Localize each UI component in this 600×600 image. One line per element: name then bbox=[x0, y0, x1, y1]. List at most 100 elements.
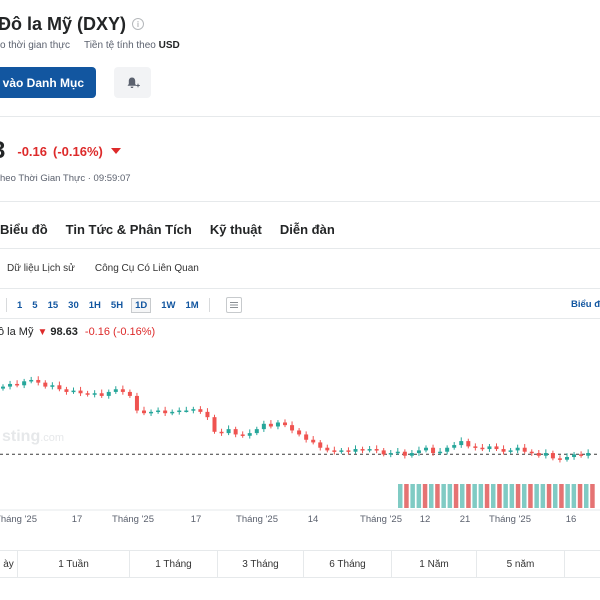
candle-body bbox=[381, 450, 386, 455]
volume-bar bbox=[584, 484, 589, 508]
candle-body bbox=[205, 411, 210, 418]
tab-technical[interactable]: Kỹ thuật bbox=[210, 222, 262, 237]
range-1-year[interactable]: 1 Năm bbox=[392, 551, 477, 577]
info-icon[interactable]: i bbox=[132, 18, 145, 30]
add-to-portfolio-button[interactable]: n vào Danh Mục bbox=[0, 67, 96, 98]
candle-body bbox=[529, 451, 534, 454]
legend-name: ô la Mỹ bbox=[0, 326, 34, 338]
sub-tabs: Dữ liệu Lịch sử Công Cụ Có Liên Quan bbox=[7, 263, 199, 274]
candle-body bbox=[283, 422, 287, 426]
realtime-meta: o thời gian thực bbox=[0, 40, 70, 51]
toolbar-separator bbox=[6, 298, 7, 312]
volume-bar bbox=[571, 484, 577, 508]
candle-body bbox=[494, 446, 499, 450]
candle-body bbox=[339, 450, 344, 452]
timeframe-30[interactable]: 30 bbox=[68, 300, 79, 311]
candle-body bbox=[99, 393, 104, 396]
candle-body bbox=[543, 453, 548, 456]
x-tick-label: 17 bbox=[191, 514, 202, 525]
range-3-months[interactable]: 3 Tháng bbox=[218, 551, 304, 577]
candle-body bbox=[43, 382, 48, 387]
last-price: 3 bbox=[0, 137, 5, 165]
x-tick-label: Tháng '25 bbox=[489, 514, 531, 525]
candle-body bbox=[424, 447, 428, 451]
candle-body bbox=[198, 409, 203, 412]
x-tick-label: 12 bbox=[420, 514, 431, 525]
candle-body bbox=[29, 379, 34, 382]
volume-bar bbox=[534, 484, 539, 508]
legend-change: -0.16 (-0.16%) bbox=[84, 326, 156, 338]
tab-news-analysis[interactable]: Tin Tức & Phân Tích bbox=[66, 222, 192, 237]
volume-bar bbox=[453, 484, 459, 508]
candle-body bbox=[565, 457, 569, 460]
candle-body bbox=[508, 450, 513, 452]
candle-body bbox=[184, 410, 189, 413]
candle-body bbox=[480, 447, 485, 450]
tab-chart[interactable]: Biểu đồ bbox=[0, 222, 48, 237]
candle-body bbox=[522, 447, 527, 452]
timeframe-5[interactable]: 5 bbox=[32, 300, 37, 311]
candle-body bbox=[254, 429, 259, 434]
range-6-months[interactable]: 6 Tháng bbox=[304, 551, 392, 577]
volume-bar bbox=[553, 484, 558, 508]
volume-bar bbox=[491, 484, 496, 508]
timeframe-1m[interactable]: 1M bbox=[185, 300, 198, 311]
candle-body bbox=[473, 446, 478, 448]
candle-body bbox=[219, 431, 224, 434]
timeframe-5h[interactable]: 5H bbox=[111, 300, 123, 311]
volume-bar bbox=[590, 484, 595, 508]
timeframe-1h[interactable]: 1H bbox=[89, 300, 101, 311]
candle-body bbox=[142, 410, 146, 414]
timeframe-15[interactable]: 15 bbox=[48, 300, 59, 311]
range-1-week[interactable]: 1 Tuần bbox=[18, 551, 130, 577]
candle-body bbox=[233, 429, 238, 435]
candle-body bbox=[50, 385, 55, 387]
create-alert-button[interactable] bbox=[114, 67, 151, 98]
range-1-day[interactable]: ày bbox=[0, 551, 18, 577]
candle-body bbox=[452, 445, 457, 448]
chart-full-link[interactable]: Biểu đ bbox=[571, 299, 600, 310]
range-1-month[interactable]: 1 Tháng bbox=[130, 551, 218, 577]
candle-body bbox=[64, 389, 69, 392]
candle-body bbox=[261, 423, 266, 430]
candle-body bbox=[409, 453, 414, 456]
candle-body bbox=[416, 450, 421, 454]
currency-value: USD bbox=[158, 40, 180, 51]
candle-body bbox=[431, 447, 436, 454]
x-tick-label: Tháng '25 bbox=[112, 514, 154, 525]
timeframe-1[interactable]: 1 bbox=[17, 300, 22, 311]
subtab-historical-data[interactable]: Dữ liệu Lịch sử bbox=[7, 263, 75, 274]
x-tick-label: Tháng '25 bbox=[0, 514, 37, 525]
candle-body bbox=[353, 449, 358, 452]
toolbar-divider bbox=[0, 318, 600, 319]
timeframe-1w[interactable]: 1W bbox=[161, 300, 175, 311]
candle-style-icon[interactable] bbox=[225, 297, 242, 313]
volume-bar bbox=[447, 484, 453, 508]
candle-body bbox=[346, 450, 351, 452]
candle-body bbox=[297, 430, 302, 435]
candle-body bbox=[360, 449, 365, 451]
volume-bar bbox=[484, 484, 490, 508]
timeframe-toolbar: 1 5 15 30 1H 5H 1D 1W 1M bbox=[0, 297, 242, 313]
candle-body bbox=[459, 441, 464, 446]
candle-body bbox=[572, 454, 577, 458]
title-row: Đô la Mỹ (DXY) i bbox=[0, 10, 145, 38]
volume-bar bbox=[546, 484, 552, 508]
candle-body bbox=[1, 386, 5, 389]
meta-row: o thời gian thực Tiền tệ tính theo USD bbox=[0, 40, 180, 51]
volume-bar bbox=[559, 484, 564, 508]
price-chart[interactable]: sting.com Tháng '25 17 Tháng '25 17 Tháng '25… bbox=[0, 340, 600, 530]
volume-bar bbox=[540, 484, 546, 508]
candle-body bbox=[550, 453, 555, 459]
candle-body bbox=[466, 441, 471, 447]
volume-bar bbox=[478, 484, 484, 508]
candle-body bbox=[536, 453, 541, 456]
volume-bar bbox=[522, 484, 527, 508]
range-5-years[interactable]: 5 năm bbox=[477, 551, 565, 577]
volume-bar bbox=[497, 484, 502, 508]
volume-bar bbox=[410, 484, 415, 508]
tab-forum[interactable]: Diễn đàn bbox=[280, 222, 335, 237]
subtab-related-tools[interactable]: Công Cụ Có Liên Quan bbox=[95, 263, 199, 274]
down-arrow-icon bbox=[110, 148, 121, 154]
timeframe-1d[interactable]: 1D bbox=[131, 297, 152, 313]
